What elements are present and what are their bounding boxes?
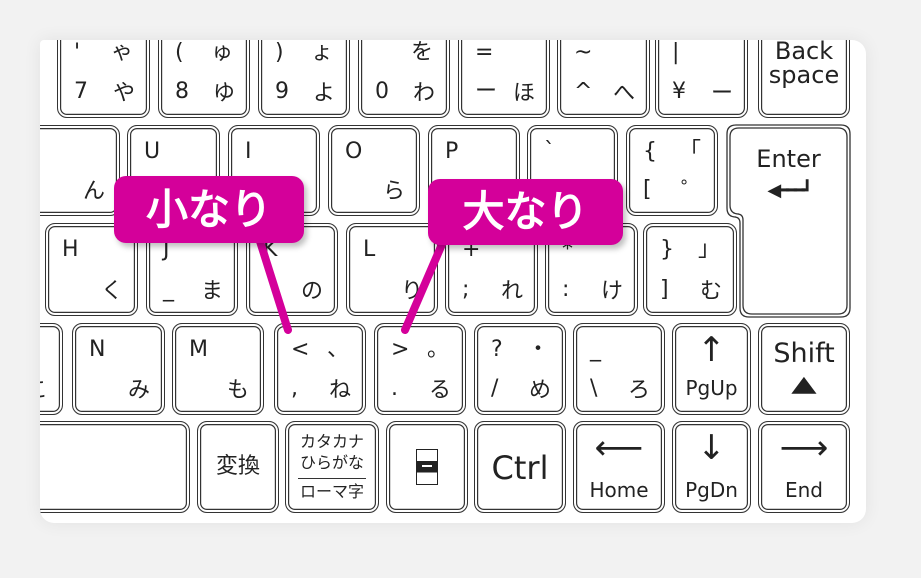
small-callout-pointer <box>254 231 292 334</box>
big-callout-pointer <box>401 231 450 334</box>
callout-greater-than: 大なり <box>428 179 623 245</box>
callout-less-than: 小なり <box>114 176 304 243</box>
callout-pointers <box>254 231 450 334</box>
